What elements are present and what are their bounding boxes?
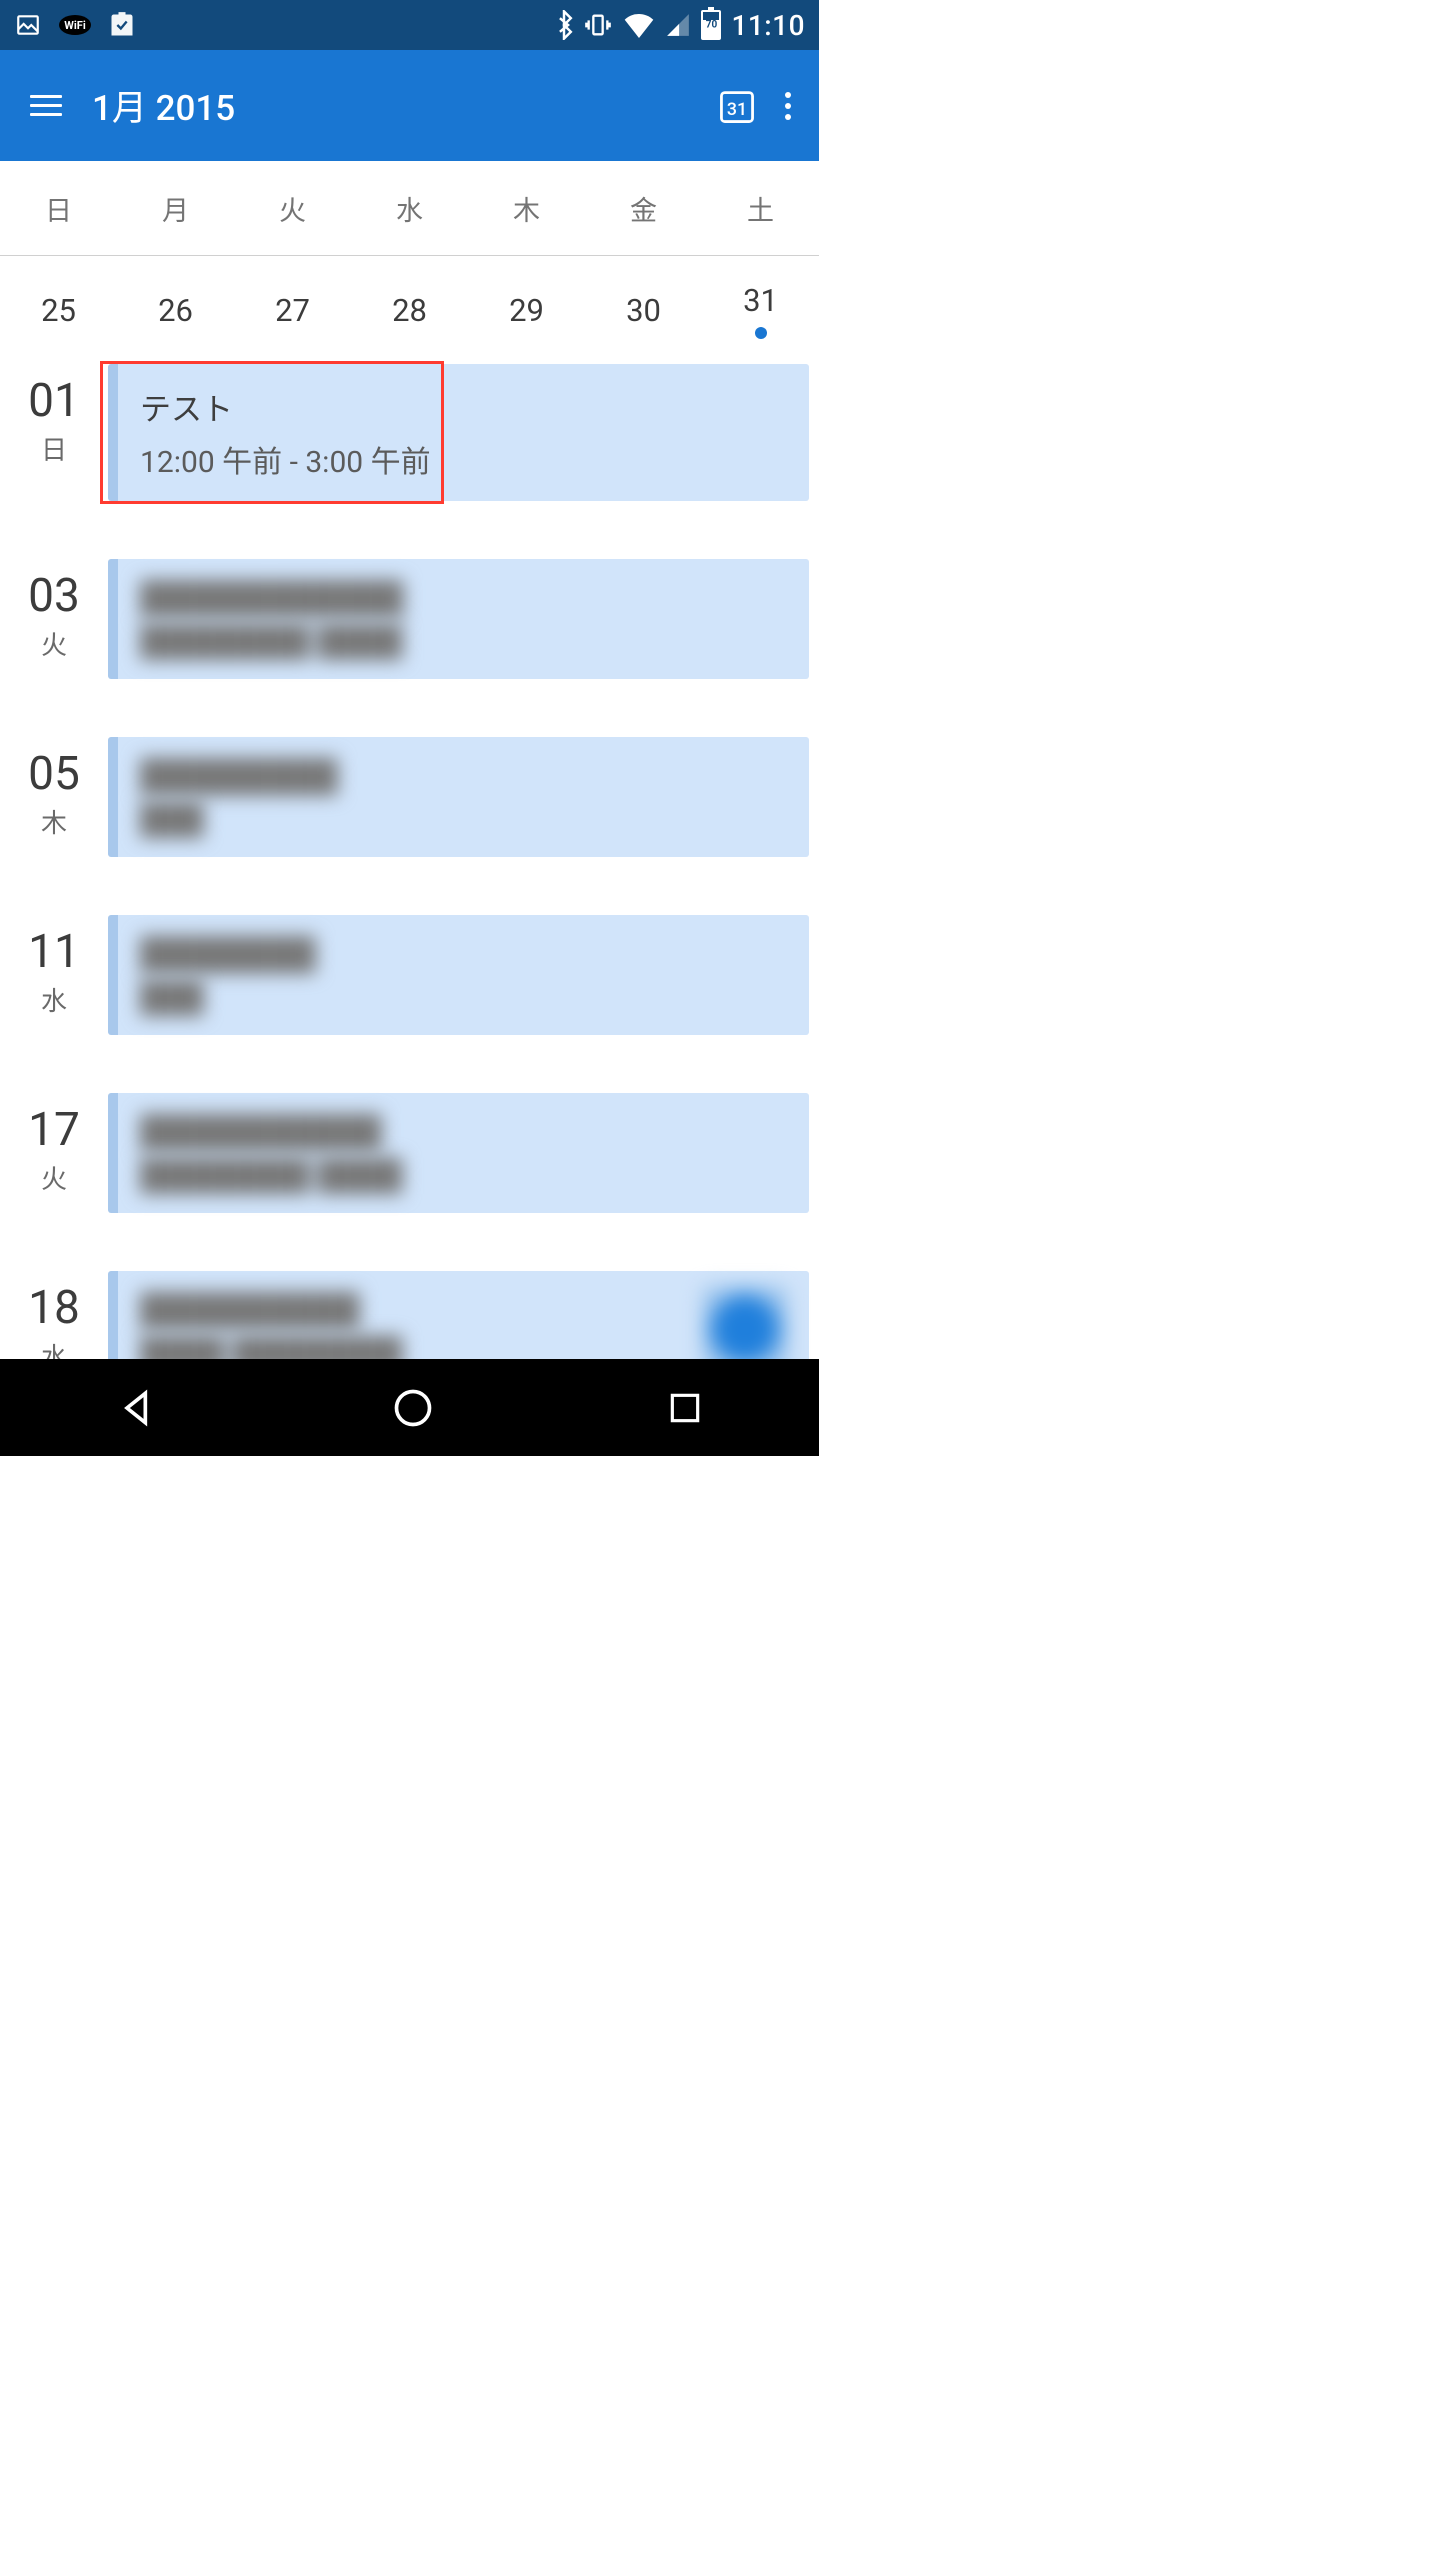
menu-icon[interactable] (14, 79, 78, 132)
svg-text:WiFi: WiFi (64, 19, 86, 32)
overflow-menu-icon[interactable] (771, 78, 805, 134)
navigation-bar (0, 1359, 819, 1456)
agenda-events: テスト 12:00 午前 - 3:00 午前 (108, 364, 809, 501)
dow-wed: 水 (351, 161, 468, 255)
agenda-events: ████████████ (108, 737, 809, 857)
event-time: ███ (140, 980, 787, 1015)
agenda-day-number: 03 (0, 569, 108, 623)
agenda-date: 11水 (0, 915, 108, 1018)
event-card[interactable]: ████████████ (108, 737, 809, 857)
event-time: 12:00 午前 - 3:00 午前 (140, 437, 787, 481)
agenda-day-label: 火 (0, 1159, 108, 1196)
date-cell[interactable]: 26 (117, 292, 234, 329)
home-button[interactable] (391, 1386, 435, 1430)
agenda-day-label: 火 (0, 625, 108, 662)
agenda-date: 01日 (0, 364, 108, 467)
agenda-events: ███████████ ████████ ████ (108, 1093, 809, 1213)
agenda-day-label: 木 (0, 803, 108, 840)
date-cell-has-event[interactable]: 31 (702, 282, 819, 339)
event-title: █████████ (140, 757, 787, 794)
cell-signal-icon (665, 12, 691, 38)
status-bar: WiFi 70 11:10 (0, 0, 819, 50)
dow-sun: 日 (0, 161, 117, 255)
agenda-row: 03火 ████████████ ████████ ████ (0, 559, 809, 679)
event-card[interactable]: テスト 12:00 午前 - 3:00 午前 (108, 364, 809, 501)
agenda-day-number: 01 (0, 374, 108, 428)
recent-apps-button[interactable] (666, 1389, 704, 1427)
agenda-row: 01日テスト 12:00 午前 - 3:00 午前 (0, 364, 809, 501)
agenda-row: 11水███████████ (0, 915, 809, 1035)
back-button[interactable] (116, 1386, 160, 1430)
agenda-events: ███████████ (108, 915, 809, 1035)
gallery-icon (14, 12, 42, 38)
agenda-day-label: 水 (0, 981, 108, 1018)
app-bar: 1月 2015 31 (0, 50, 819, 161)
dow-sat: 土 (702, 161, 819, 255)
event-time: ████████ ████ (140, 1158, 787, 1193)
event-card[interactable]: ███████████ ████████ ████ (108, 1093, 809, 1213)
wifi-signal-icon (623, 12, 655, 38)
date-cell[interactable]: 25 (0, 292, 117, 329)
agenda-date: 03火 (0, 559, 108, 662)
date-cell[interactable]: 29 (468, 292, 585, 329)
dow-tue: 火 (234, 161, 351, 255)
agenda-row: 17火 ███████████ ████████ ████ (0, 1093, 809, 1213)
agenda-day-number: 18 (0, 1281, 108, 1335)
dow-thu: 木 (468, 161, 585, 255)
event-time: ████████ ████ (140, 624, 787, 659)
bluetooth-icon (555, 10, 573, 40)
agenda-row: 05木████████████ (0, 737, 809, 857)
agenda-date: 17火 (0, 1093, 108, 1196)
date-cell[interactable]: 28 (351, 292, 468, 329)
event-title: ████████████ (140, 579, 787, 616)
today-button[interactable]: 31 (703, 72, 771, 140)
agenda-events: ████████████ ████████ ████ (108, 559, 809, 679)
agenda-list[interactable]: 01日テスト12:00 午前 - 3:00 午前03火█████████████… (0, 364, 819, 1391)
battery-percent: 70 (706, 20, 717, 31)
week-dates-row[interactable]: 25 26 27 28 29 30 31 (0, 256, 819, 364)
vibrate-icon (583, 11, 613, 39)
event-card[interactable]: ███████████ (108, 915, 809, 1035)
agenda-day-number: 05 (0, 747, 108, 801)
wifi-badge-icon: WiFi (58, 14, 92, 36)
battery-icon: 70 (701, 10, 721, 40)
date-cell[interactable]: 27 (234, 292, 351, 329)
dow-fri: 金 (585, 161, 702, 255)
event-time: ███ (140, 802, 787, 837)
status-left-icons: WiFi (14, 11, 136, 39)
svg-text:31: 31 (727, 99, 747, 119)
event-title: ███████████ (140, 1113, 787, 1150)
dow-mon: 月 (117, 161, 234, 255)
date-cell[interactable]: 30 (585, 292, 702, 329)
download-done-icon (108, 11, 136, 39)
agenda-day-label: 日 (0, 430, 108, 467)
day-of-week-header: 日 月 火 水 木 金 土 (0, 161, 819, 256)
event-card[interactable]: ████████████ ████████ ████ (108, 559, 809, 679)
event-title: ████████ (140, 935, 787, 972)
agenda-date: 05木 (0, 737, 108, 840)
status-clock: 11:10 (731, 9, 805, 42)
event-title: ██████████ (140, 1291, 787, 1328)
agenda-day-number: 11 (0, 925, 108, 979)
event-title: テスト (140, 384, 787, 429)
app-title[interactable]: 1月 2015 (92, 80, 703, 131)
agenda-day-number: 17 (0, 1103, 108, 1157)
status-right-icons: 70 11:10 (555, 9, 805, 42)
